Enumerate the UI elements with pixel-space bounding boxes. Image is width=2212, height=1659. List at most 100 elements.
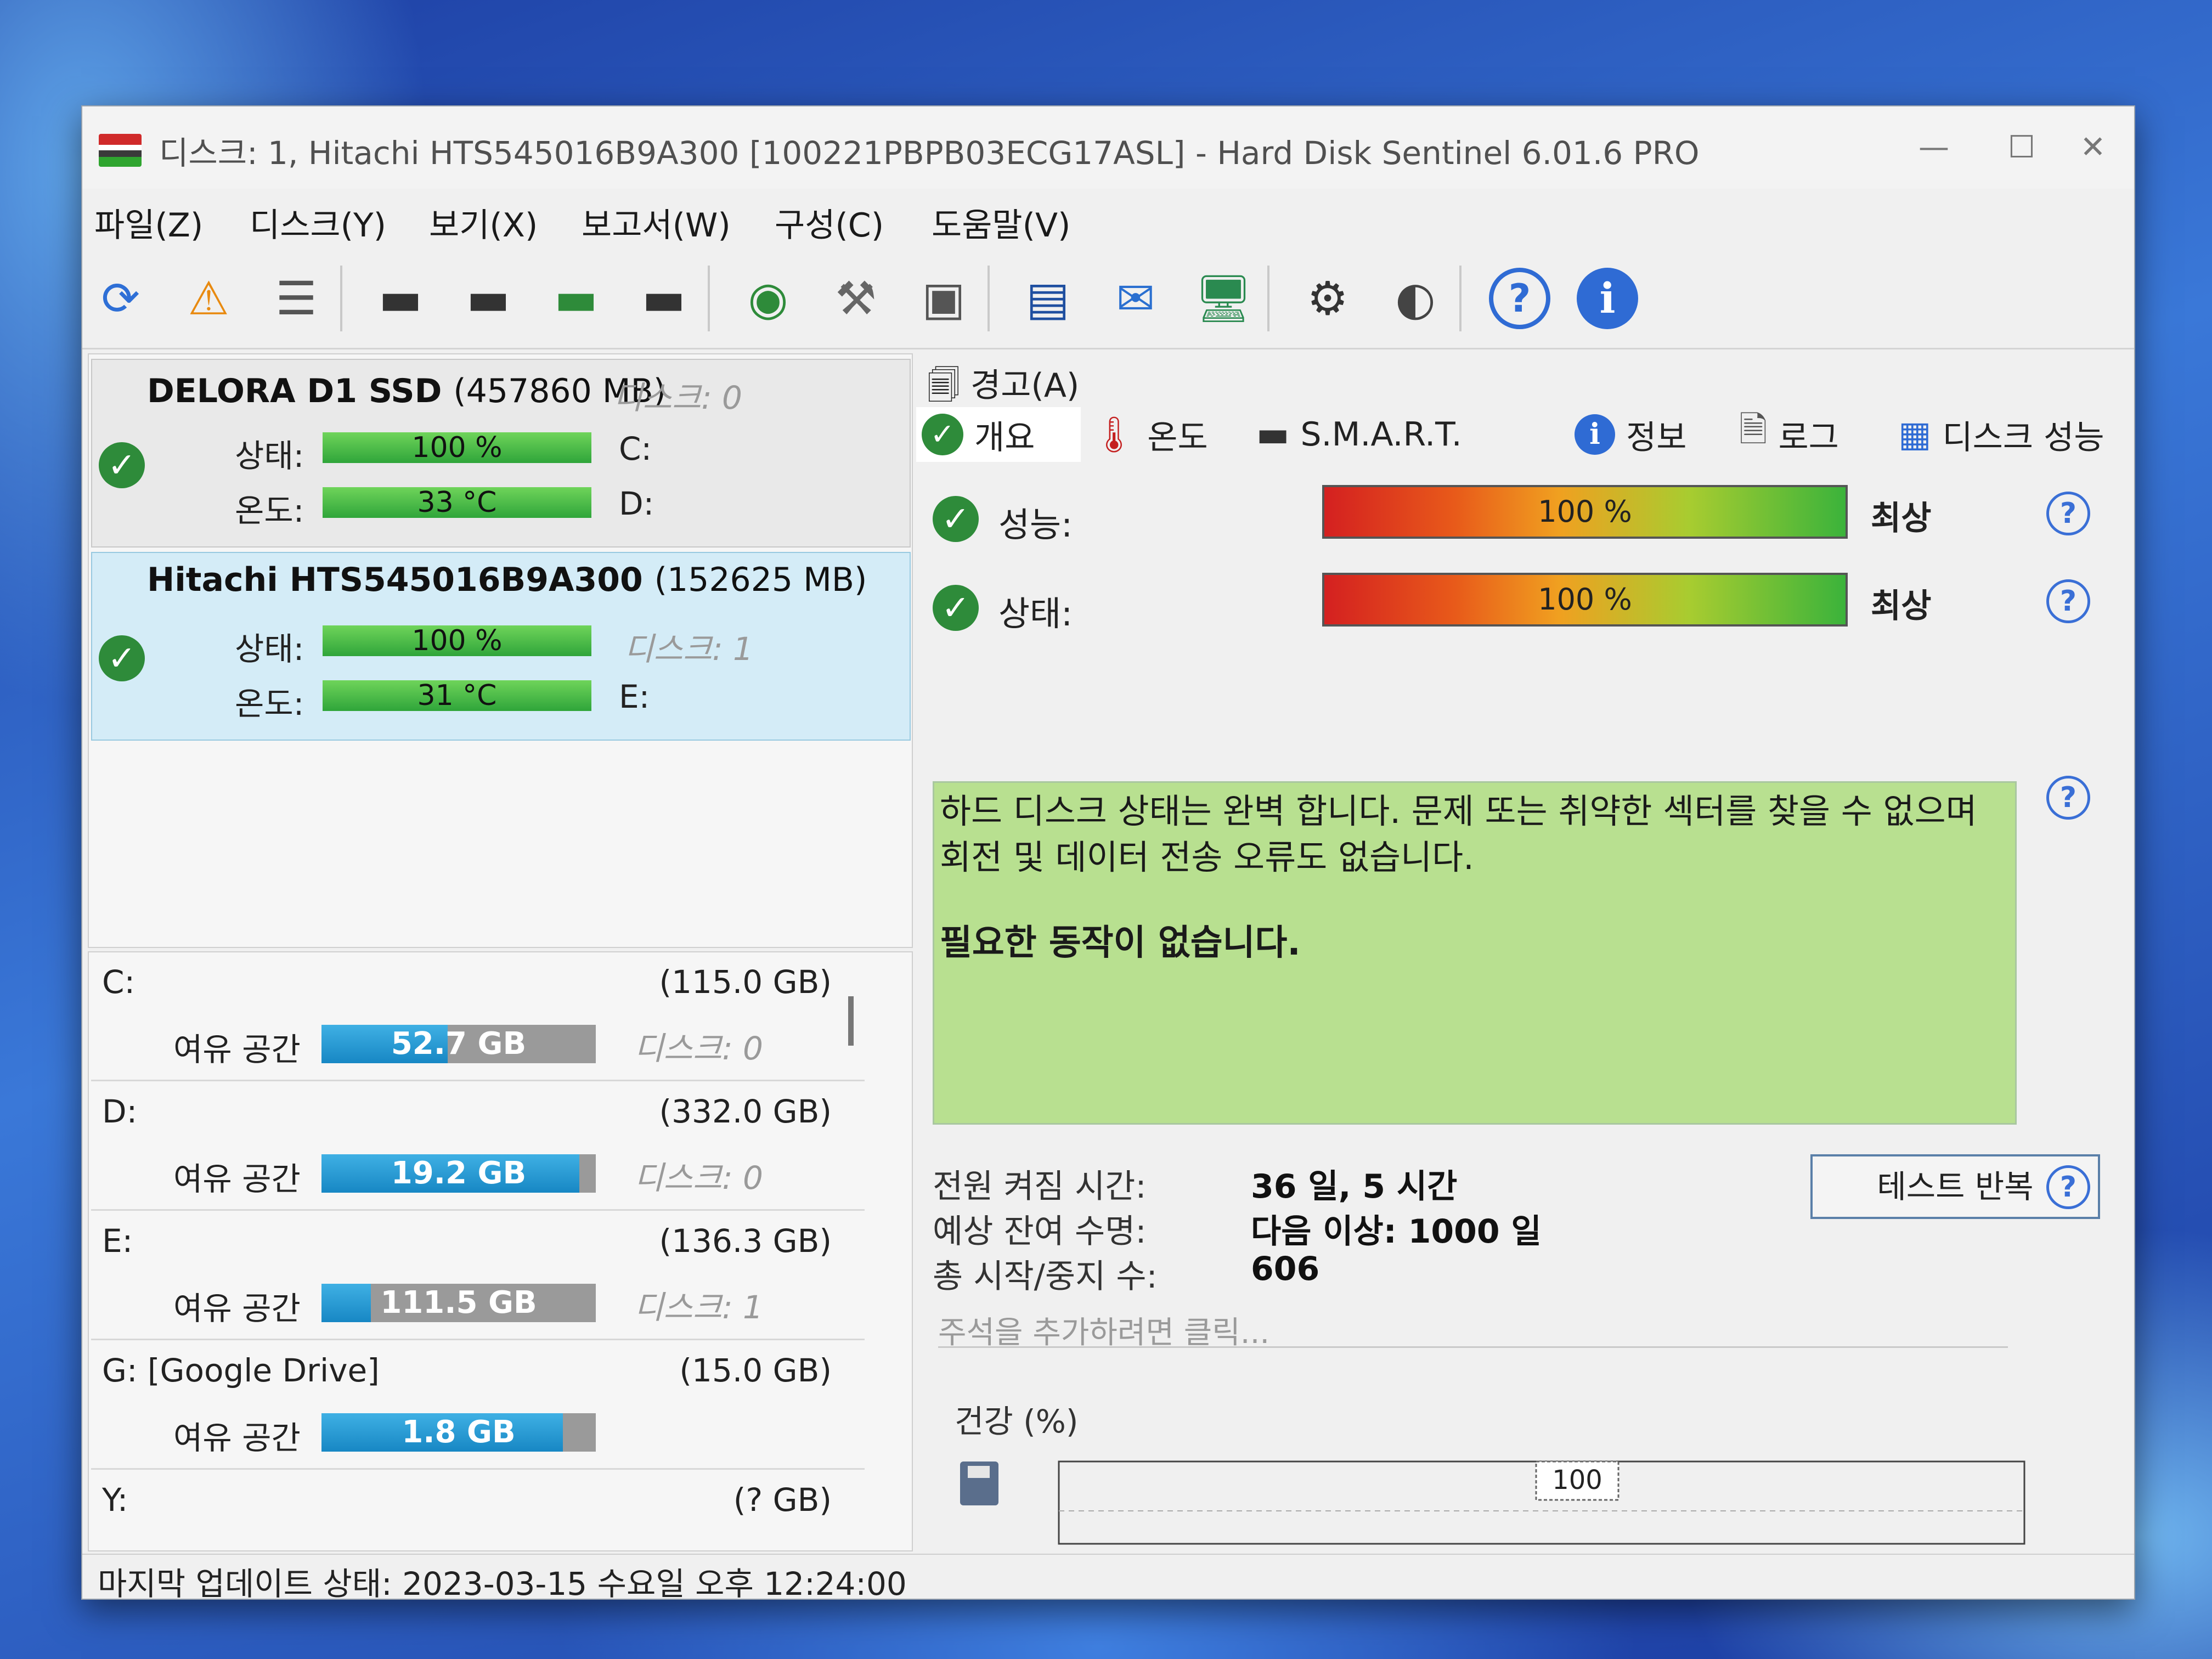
start-stop-value: 606	[1251, 1250, 1320, 1288]
menu-bar: 파일(Z) 디스크(Y) 보기(X) 보고서(W) 구성(C) 도움말(V)	[82, 189, 2134, 249]
free-space-label: 여유 공간	[173, 1290, 301, 1327]
toolbar-separator	[708, 266, 710, 331]
minimize-button[interactable]: —	[1893, 123, 1975, 172]
tab-smart[interactable]: ▬ S.M.A.R.T.	[1256, 407, 1462, 462]
tab-temperature[interactable]: 🌡 온도	[1092, 407, 1208, 462]
disk-schedule-icon[interactable]: ▬	[455, 266, 521, 331]
free-space-label: 여유 공간	[173, 1031, 301, 1068]
status-ok-icon: ✓	[99, 442, 145, 488]
note-input[interactable]: 주석을 추가하려면 클릭...	[938, 1308, 2008, 1351]
title-bar[interactable]: 디스크: 1, Hitachi HTS545016B9A300 [100221P…	[82, 106, 2134, 189]
health-chart: 100	[927, 1456, 2123, 1555]
about-icon[interactable]: i	[1575, 266, 1640, 331]
info-icon: i	[1575, 414, 1615, 455]
status-ok-icon: ✓	[99, 635, 145, 681]
tab-log[interactable]: 🗎 로그	[1739, 407, 1839, 462]
health-label: 상태:	[998, 594, 1073, 634]
free-space-bar: 111.5 GB	[321, 1284, 596, 1322]
disk-icon: ▬	[1256, 414, 1290, 455]
disk-list-icon[interactable]: ☰	[263, 266, 329, 331]
network-disk-icon[interactable]: ◉	[735, 266, 801, 331]
tab-info[interactable]: i 정보	[1575, 407, 1686, 462]
scrollbar-thumb[interactable]	[848, 996, 854, 1046]
volume-list: C: (115.0 GB) 여유 공간 52.7 GB 디스크: 0 D: (3…	[88, 951, 913, 1551]
health-rating: 최상	[1871, 587, 1932, 625]
volume-disk: 디스크: 0	[634, 1159, 763, 1197]
status-message: 하드 디스크 상태는 완벽 합니다. 문제 또는 취약한 섹터를 찾을 수 없으…	[933, 781, 2017, 1125]
volume-disk: 디스크: 1	[634, 1289, 763, 1326]
free-space-label: 여유 공간	[173, 1419, 301, 1457]
toolbar-separator	[1267, 266, 1269, 331]
status-message-action: 필요한 동작이 없습니다.	[940, 923, 1301, 963]
lifetime-label: 예상 잔여 수명:	[933, 1212, 1147, 1251]
help-icon[interactable]: ?	[2046, 492, 2090, 535]
toolbar-separator	[988, 266, 990, 331]
last-update-text: 마지막 업데이트 상태: 2023-03-15 수요일 오후 12:24:00	[98, 1565, 907, 1600]
health-chart-plot: 100	[1058, 1460, 2025, 1545]
volume-item[interactable]: E: (136.3 GB) 여유 공간 111.5 GB 디스크: 1	[91, 1211, 865, 1340]
document-icon: 🗎	[1739, 410, 1768, 450]
volume-size: (332.0 GB)	[659, 1093, 832, 1130]
disk-item-0[interactable]: DELORA D1 SSD (457860 MB) 디스크: 0 ✓ 상태: 1…	[91, 359, 911, 548]
close-button[interactable]: ✕	[2052, 123, 2134, 172]
help-icon[interactable]: ?	[1487, 266, 1553, 331]
help-icon[interactable]: ?	[2046, 579, 2090, 623]
temp-bar: 33 °C	[323, 487, 591, 518]
menu-file[interactable]: 파일(Z)	[94, 199, 203, 246]
report-icon[interactable]: ▤	[1015, 266, 1081, 331]
free-space-bar: 52.7 GB	[321, 1025, 596, 1063]
refresh-warning-icon[interactable]: ⚠	[176, 266, 241, 331]
menu-disk[interactable]: 디스크(Y)	[250, 199, 386, 246]
volume-disk: 디스크: 0	[634, 1030, 763, 1067]
status-label: 상태:	[235, 630, 304, 668]
maximize-button[interactable]: ☐	[1980, 123, 2063, 172]
gear-icon[interactable]: ⚙	[1295, 266, 1361, 331]
status-bar: 마지막 업데이트 상태: 2023-03-15 수요일 오후 12:24:00	[82, 1554, 2134, 1599]
volume-item[interactable]: D: (332.0 GB) 여유 공간 19.2 GB 디스크: 0	[91, 1082, 865, 1211]
disk-ok-icon[interactable]: ▬	[543, 266, 609, 331]
tab-disk-performance[interactable]: ▦ 디스크 성능	[1898, 407, 2104, 462]
volume-name: C:	[102, 963, 136, 1001]
toolbar-separator	[1459, 266, 1462, 331]
toolbar: ⟳ ⚠ ☰ ▬ ▬ ▬ ▬ ◉ ⚒ ▣ ▤ ✉ 🖥 ⚙ ◐ ? i	[82, 249, 2134, 349]
sound-icon[interactable]: ◐	[1383, 266, 1448, 331]
performance-rating: 최상	[1871, 499, 1932, 538]
email-icon[interactable]: ✉	[1103, 266, 1169, 331]
refresh-icon[interactable]: ⟳	[88, 266, 154, 331]
start-stop-label: 총 시작/중지 수:	[933, 1257, 1158, 1296]
performance-ok-icon: ✓	[933, 496, 979, 542]
menu-help[interactable]: 도움말(V)	[932, 199, 1070, 246]
power-on-label: 전원 켜짐 시간:	[933, 1167, 1147, 1206]
drive-letter: D:	[619, 485, 654, 522]
performance-bar: 100 %	[1322, 485, 1848, 539]
disk-name: Hitachi HTS545016B9A300 (152625 MB)	[147, 561, 867, 599]
status-label: 상태:	[235, 437, 304, 475]
tools-icon[interactable]: ⚒	[823, 266, 889, 331]
disk-search-icon[interactable]: ▬	[631, 266, 697, 331]
volume-name: E:	[102, 1222, 133, 1260]
drive-icon[interactable]: ▣	[911, 266, 977, 331]
menu-view[interactable]: 보기(X)	[429, 199, 538, 246]
temp-label: 온도:	[235, 685, 304, 723]
help-icon[interactable]: ?	[2046, 1165, 2090, 1209]
web-report-icon[interactable]: 🖥	[1190, 266, 1256, 331]
thermometer-icon: 🌡	[1092, 414, 1137, 455]
volume-size: (? GB)	[733, 1481, 832, 1519]
free-space-label: 여유 공간	[173, 1160, 301, 1198]
volume-item[interactable]: Y: (? GB)	[91, 1470, 865, 1550]
menu-report[interactable]: 보고서(W)	[582, 199, 731, 246]
menu-config[interactable]: 구성(C)	[775, 199, 884, 246]
help-icon[interactable]: ?	[2046, 776, 2090, 820]
performance-label: 성능:	[998, 505, 1073, 545]
disk-item-1[interactable]: Hitachi HTS545016B9A300 (152625 MB) ✓ 상태…	[91, 552, 911, 741]
volume-size: (136.3 GB)	[659, 1222, 832, 1260]
tab-overview[interactable]: ✓ 개요	[916, 407, 1081, 462]
disk-test-icon[interactable]: ▬	[368, 266, 433, 331]
volume-item[interactable]: C: (115.0 GB) 여유 공간 52.7 GB 디스크: 0	[91, 952, 865, 1081]
free-space-bar: 19.2 GB	[321, 1154, 596, 1193]
power-on-value: 36 일, 5 시간	[1251, 1167, 1458, 1206]
disk-index: 디스크: 0	[613, 379, 742, 416]
volume-item[interactable]: G: [Google Drive] (15.0 GB) 여유 공간 1.8 GB	[91, 1341, 865, 1470]
volume-size: (115.0 GB)	[659, 963, 832, 1001]
volume-name: Y:	[102, 1481, 128, 1519]
